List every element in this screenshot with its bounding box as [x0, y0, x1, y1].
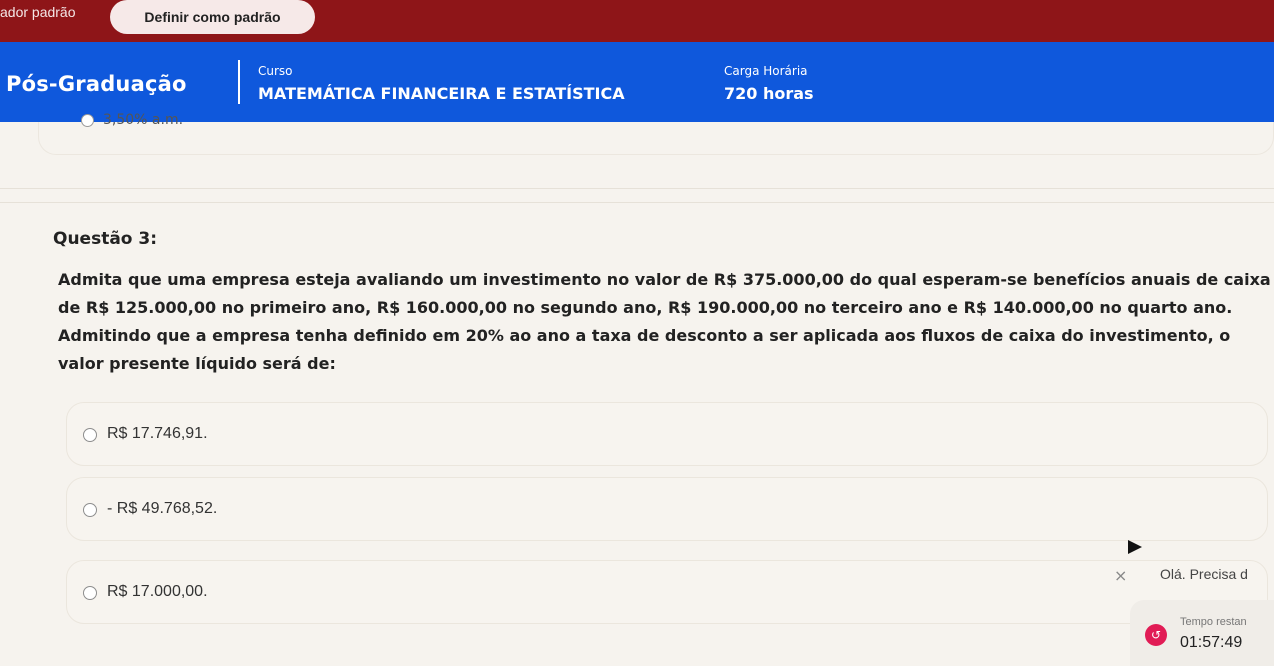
answer-option-2[interactable]: - R$ 49.768,52.	[66, 477, 1268, 541]
section-divider	[0, 188, 1274, 189]
header-divider	[238, 60, 240, 104]
section-divider	[0, 202, 1274, 203]
option-text: R$ 17.746,91.	[107, 425, 208, 442]
answer-option-3[interactable]: R$ 17.000,00.	[66, 560, 1268, 624]
default-browser-text: ador padrão	[0, 4, 76, 20]
question-title: Questão 3:	[53, 229, 158, 249]
hours-label: Carga Horária	[724, 64, 808, 78]
set-default-button[interactable]: Definir como padrão	[110, 0, 315, 34]
question-text: Admita que uma empresa esteja avaliando …	[58, 270, 1271, 373]
option-radio[interactable]	[83, 428, 97, 442]
course-name: MATEMÁTICA FINANCEIRA E ESTATÍSTICA	[258, 84, 625, 103]
default-browser-bar: ador padrão Definir como padrão	[0, 0, 1274, 42]
answer-option-1[interactable]: R$ 17.746,91.	[66, 402, 1268, 466]
timer-value: 01:57:49	[1180, 634, 1243, 651]
close-icon[interactable]: ×	[1114, 566, 1127, 585]
option-radio[interactable]	[83, 586, 97, 600]
timer-label: Tempo restan	[1180, 616, 1247, 628]
previous-option[interactable]: 3,50% a.m.	[38, 112, 1274, 155]
hours-value: 720 horas	[724, 84, 814, 103]
previous-option-radio[interactable]	[81, 114, 94, 127]
course-header: Pós-Graduação Curso MATEMÁTICA FINANCEIR…	[0, 42, 1274, 122]
course-label: Curso	[258, 64, 293, 78]
cursor-arrow-icon	[1128, 540, 1142, 554]
option-text: - R$ 49.768,52.	[107, 500, 218, 517]
chat-greeting[interactable]: Olá. Precisa d	[1160, 566, 1248, 582]
program-title: Pós-Graduação	[6, 72, 187, 96]
previous-option-text: 3,50% a.m.	[103, 112, 184, 128]
clock-icon: ↺	[1145, 624, 1167, 646]
option-radio[interactable]	[83, 503, 97, 517]
option-text: R$ 17.000,00.	[107, 583, 208, 600]
